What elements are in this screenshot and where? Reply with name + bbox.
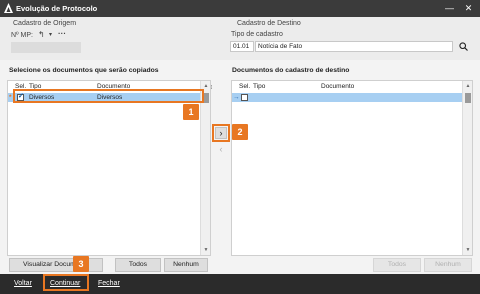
right-grid-scrollbar[interactable]: ▲ ▼ [462, 81, 472, 255]
window-title: Evolução de Protocolo [16, 4, 98, 13]
row-marker: * [9, 94, 12, 101]
move-left-button[interactable]: ‹ [215, 144, 227, 156]
scroll-down-icon[interactable]: ▼ [201, 246, 211, 254]
app-logo-icon [4, 3, 13, 13]
more-icon[interactable]: ··· [58, 29, 66, 38]
left-documents-grid: Sel. Tipo Documento * Diversos Diversos … [7, 80, 211, 256]
tipo-code-field[interactable]: 01.01 [230, 41, 254, 52]
destino-panel: Cadastro de Destino Tipo de cadastro 01.… [228, 17, 480, 60]
col-tipo-header[interactable]: Tipo [29, 83, 41, 90]
col-tipo-header[interactable]: Tipo [253, 83, 265, 90]
row-select-checkbox[interactable] [17, 92, 24, 101]
mp-value-field[interactable] [11, 42, 81, 53]
step-badge-2: 2 [232, 124, 248, 140]
scroll-up-icon[interactable]: ▲ [463, 82, 473, 90]
row-documento: Diversos [97, 94, 123, 101]
tipo-name-field[interactable]: Notícia de Fato [255, 41, 453, 52]
step-badge-3: 3 [73, 256, 89, 272]
footer-bar: Voltar Continuar Fechar [0, 274, 480, 294]
col-documento-header[interactable]: Documento [97, 83, 130, 90]
origem-panel: Cadastro de Origem Nº MP: ↰ ▾ ··· [0, 17, 228, 60]
table-row[interactable]: → [232, 93, 462, 102]
right-grid-header: Sel. Tipo Documento [232, 81, 462, 91]
table-row[interactable]: * Diversos Diversos [8, 92, 200, 102]
row-select-checkbox[interactable] [241, 94, 248, 101]
todos-button-destino[interactable]: Todos [373, 258, 421, 272]
row-marker: → [233, 94, 240, 101]
row-tipo: Diversos [29, 94, 55, 101]
right-documents-grid: Sel. Tipo Documento → ▲ ▼ [231, 80, 473, 256]
col-sel-header[interactable]: Sel. [239, 83, 250, 90]
left-grid-title: Selecione os documentos que serão copiad… [9, 67, 159, 74]
scroll-thumb[interactable] [465, 93, 471, 103]
mp-label: Nº MP: [11, 32, 34, 39]
todos-button[interactable]: Todos [115, 258, 161, 272]
origem-section-label: Cadastro de Origem [13, 20, 77, 27]
nenhum-button-destino[interactable]: Nenhum [424, 258, 472, 272]
chevron-down-icon[interactable]: ▾ [49, 31, 52, 38]
scroll-down-icon[interactable]: ▼ [463, 246, 473, 254]
fechar-button[interactable]: Fechar [98, 278, 120, 290]
step-badge-1: 1 [183, 104, 199, 120]
right-grid-title: Documentos do cadastro de destino [232, 67, 350, 74]
tipo-cadastro-label: Tipo de cadastro [231, 31, 283, 38]
left-grid-scrollbar[interactable]: ▲ ▼ [200, 81, 210, 255]
move-right-button[interactable]: › [215, 127, 227, 139]
col-sel-header[interactable]: Sel. [15, 83, 26, 90]
back-arrow-icon[interactable]: ↰ [38, 30, 45, 39]
close-icon[interactable]: ✕ [462, 2, 475, 14]
scroll-up-icon[interactable]: ▲ [201, 82, 211, 90]
search-icon[interactable] [459, 42, 468, 51]
title-bar: Evolução de Protocolo — ✕ [0, 0, 480, 17]
nenhum-button[interactable]: Nenhum [164, 258, 208, 272]
minimize-icon[interactable]: — [443, 2, 456, 14]
col-documento-header[interactable]: Documento [321, 83, 354, 90]
destino-section-label: Cadastro de Destino [237, 20, 301, 27]
scroll-thumb[interactable] [203, 93, 209, 103]
voltar-button[interactable]: Voltar [14, 278, 32, 290]
left-grid-header: Sel. Tipo Documento [8, 81, 200, 91]
continuar-button[interactable]: Continuar [50, 278, 80, 290]
